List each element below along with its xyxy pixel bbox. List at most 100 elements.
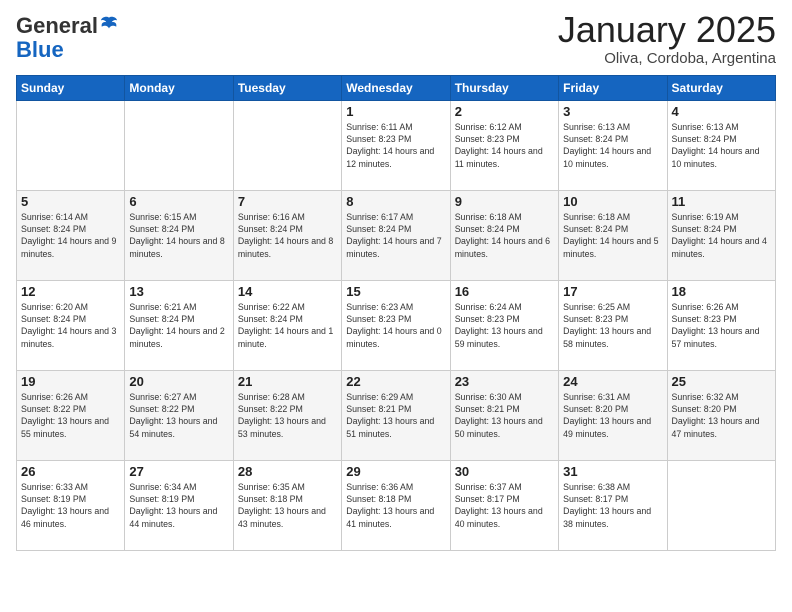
day-number: 21 [238,374,337,389]
calendar-cell: 7 Sunrise: 6:16 AM Sunset: 8:24 PM Daylig… [233,190,341,280]
calendar-week-1: 1 Sunrise: 6:11 AM Sunset: 8:23 PM Daylig… [17,100,776,190]
logo-blue-text: Blue [16,37,64,62]
day-info: Sunrise: 6:29 AM Sunset: 8:21 PM Dayligh… [346,391,445,440]
calendar-cell: 1 Sunrise: 6:11 AM Sunset: 8:23 PM Daylig… [342,100,450,190]
day-info: Sunrise: 6:24 AM Sunset: 8:23 PM Dayligh… [455,301,554,350]
weekday-header-tuesday: Tuesday [233,75,341,100]
day-info: Sunrise: 6:13 AM Sunset: 8:24 PM Dayligh… [672,121,771,170]
day-info: Sunrise: 6:12 AM Sunset: 8:23 PM Dayligh… [455,121,554,170]
day-number: 27 [129,464,228,479]
calendar-week-5: 26 Sunrise: 6:33 AM Sunset: 8:19 PM Dayli… [17,460,776,550]
day-number: 5 [21,194,120,209]
calendar-cell: 19Sunrise: 6:26 AM Sunset: 8:22 PM Dayli… [17,370,125,460]
day-number: 13 [129,284,228,299]
day-number: 22 [346,374,445,389]
calendar-cell: 25 Sunrise: 6:32 AM Sunset: 8:20 PM Dayli… [667,370,775,460]
day-number: 1 [346,104,445,119]
day-info: Sunrise: 6:33 AM Sunset: 8:19 PM Dayligh… [21,481,120,530]
day-info: Sunrise: 6:38 AM Sunset: 8:17 PM Dayligh… [563,481,662,530]
calendar-cell: 18Sunrise: 6:26 AM Sunset: 8:23 PM Dayli… [667,280,775,370]
day-info: Sunrise: 6:17 AM Sunset: 8:24 PM Dayligh… [346,211,445,260]
calendar-cell: 2Sunrise: 6:12 AM Sunset: 8:23 PM Daylig… [450,100,558,190]
calendar-cell: 31 Sunrise: 6:38 AM Sunset: 8:17 PM Dayli… [559,460,667,550]
day-number: 25 [672,374,771,389]
location-text: Oliva, Cordoba, Argentina [558,50,776,67]
weekday-header-friday: Friday [559,75,667,100]
day-info: Sunrise: 6:21 AM Sunset: 8:24 PM Dayligh… [129,301,228,350]
day-info: Sunrise: 6:18 AM Sunset: 8:24 PM Dayligh… [455,211,554,260]
calendar-cell: 8 Sunrise: 6:17 AM Sunset: 8:24 PM Daylig… [342,190,450,280]
calendar-cell [233,100,341,190]
day-number: 29 [346,464,445,479]
day-info: Sunrise: 6:35 AM Sunset: 8:18 PM Dayligh… [238,481,337,530]
calendar-cell: 21 Sunrise: 6:28 AM Sunset: 8:22 PM Dayli… [233,370,341,460]
calendar-cell: 20 Sunrise: 6:27 AM Sunset: 8:22 PM Dayli… [125,370,233,460]
calendar-cell: 3 Sunrise: 6:13 AM Sunset: 8:24 PM Daylig… [559,100,667,190]
calendar-cell: 17 Sunrise: 6:25 AM Sunset: 8:23 PM Dayli… [559,280,667,370]
day-number: 23 [455,374,554,389]
calendar-cell: 28 Sunrise: 6:35 AM Sunset: 8:18 PM Dayli… [233,460,341,550]
calendar-cell: 24 Sunrise: 6:31 AM Sunset: 8:20 PM Dayli… [559,370,667,460]
day-number: 8 [346,194,445,209]
calendar-cell: 15Sunrise: 6:23 AM Sunset: 8:23 PM Dayli… [342,280,450,370]
day-number: 17 [563,284,662,299]
day-info: Sunrise: 6:23 AM Sunset: 8:23 PM Dayligh… [346,301,445,350]
calendar-cell: 22 Sunrise: 6:29 AM Sunset: 8:21 PM Dayli… [342,370,450,460]
logo-general-text: General [16,13,98,38]
calendar-table: SundayMondayTuesdayWednesdayThursdayFrid… [16,75,776,551]
weekday-header-wednesday: Wednesday [342,75,450,100]
day-info: Sunrise: 6:15 AM Sunset: 8:24 PM Dayligh… [129,211,228,260]
calendar-header-row: SundayMondayTuesdayWednesdayThursdayFrid… [17,75,776,100]
calendar-cell: 30Sunrise: 6:37 AM Sunset: 8:17 PM Dayli… [450,460,558,550]
day-info: Sunrise: 6:19 AM Sunset: 8:24 PM Dayligh… [672,211,771,260]
month-title: January 2025 [558,10,776,50]
day-number: 14 [238,284,337,299]
weekday-header-sunday: Sunday [17,75,125,100]
logo-bird-icon [100,15,118,33]
calendar-cell: 23Sunrise: 6:30 AM Sunset: 8:21 PM Dayli… [450,370,558,460]
day-info: Sunrise: 6:34 AM Sunset: 8:19 PM Dayligh… [129,481,228,530]
day-info: Sunrise: 6:11 AM Sunset: 8:23 PM Dayligh… [346,121,445,170]
day-info: Sunrise: 6:14 AM Sunset: 8:24 PM Dayligh… [21,211,120,260]
day-number: 18 [672,284,771,299]
day-info: Sunrise: 6:27 AM Sunset: 8:22 PM Dayligh… [129,391,228,440]
page-header: General Blue January 2025 Oliva, Cordoba… [16,10,776,67]
day-number: 24 [563,374,662,389]
calendar-cell: 5 Sunrise: 6:14 AM Sunset: 8:24 PM Daylig… [17,190,125,280]
day-info: Sunrise: 6:22 AM Sunset: 8:24 PM Dayligh… [238,301,337,350]
day-info: Sunrise: 6:25 AM Sunset: 8:23 PM Dayligh… [563,301,662,350]
day-number: 10 [563,194,662,209]
day-number: 28 [238,464,337,479]
calendar-week-4: 19Sunrise: 6:26 AM Sunset: 8:22 PM Dayli… [17,370,776,460]
day-info: Sunrise: 6:36 AM Sunset: 8:18 PM Dayligh… [346,481,445,530]
day-number: 9 [455,194,554,209]
calendar-cell: 12 Sunrise: 6:20 AM Sunset: 8:24 PM Dayli… [17,280,125,370]
day-number: 7 [238,194,337,209]
calendar-week-2: 5 Sunrise: 6:14 AM Sunset: 8:24 PM Daylig… [17,190,776,280]
calendar-cell: 16Sunrise: 6:24 AM Sunset: 8:23 PM Dayli… [450,280,558,370]
day-number: 20 [129,374,228,389]
day-info: Sunrise: 6:16 AM Sunset: 8:24 PM Dayligh… [238,211,337,260]
calendar-cell: 26 Sunrise: 6:33 AM Sunset: 8:19 PM Dayli… [17,460,125,550]
calendar-cell [667,460,775,550]
calendar-cell: 9 Sunrise: 6:18 AM Sunset: 8:24 PM Daylig… [450,190,558,280]
day-info: Sunrise: 6:13 AM Sunset: 8:24 PM Dayligh… [563,121,662,170]
day-info: Sunrise: 6:28 AM Sunset: 8:22 PM Dayligh… [238,391,337,440]
day-info: Sunrise: 6:31 AM Sunset: 8:20 PM Dayligh… [563,391,662,440]
day-info: Sunrise: 6:37 AM Sunset: 8:17 PM Dayligh… [455,481,554,530]
day-number: 12 [21,284,120,299]
calendar-cell: 27 Sunrise: 6:34 AM Sunset: 8:19 PM Dayli… [125,460,233,550]
title-area: January 2025 Oliva, Cordoba, Argentina [558,10,776,67]
day-number: 4 [672,104,771,119]
calendar-cell: 10Sunrise: 6:18 AM Sunset: 8:24 PM Dayli… [559,190,667,280]
logo: General Blue [16,10,118,62]
day-number: 31 [563,464,662,479]
day-number: 3 [563,104,662,119]
day-number: 19 [21,374,120,389]
calendar-week-3: 12 Sunrise: 6:20 AM Sunset: 8:24 PM Dayli… [17,280,776,370]
day-number: 26 [21,464,120,479]
day-info: Sunrise: 6:20 AM Sunset: 8:24 PM Dayligh… [21,301,120,350]
calendar-cell: 6 Sunrise: 6:15 AM Sunset: 8:24 PM Daylig… [125,190,233,280]
day-number: 6 [129,194,228,209]
day-info: Sunrise: 6:32 AM Sunset: 8:20 PM Dayligh… [672,391,771,440]
